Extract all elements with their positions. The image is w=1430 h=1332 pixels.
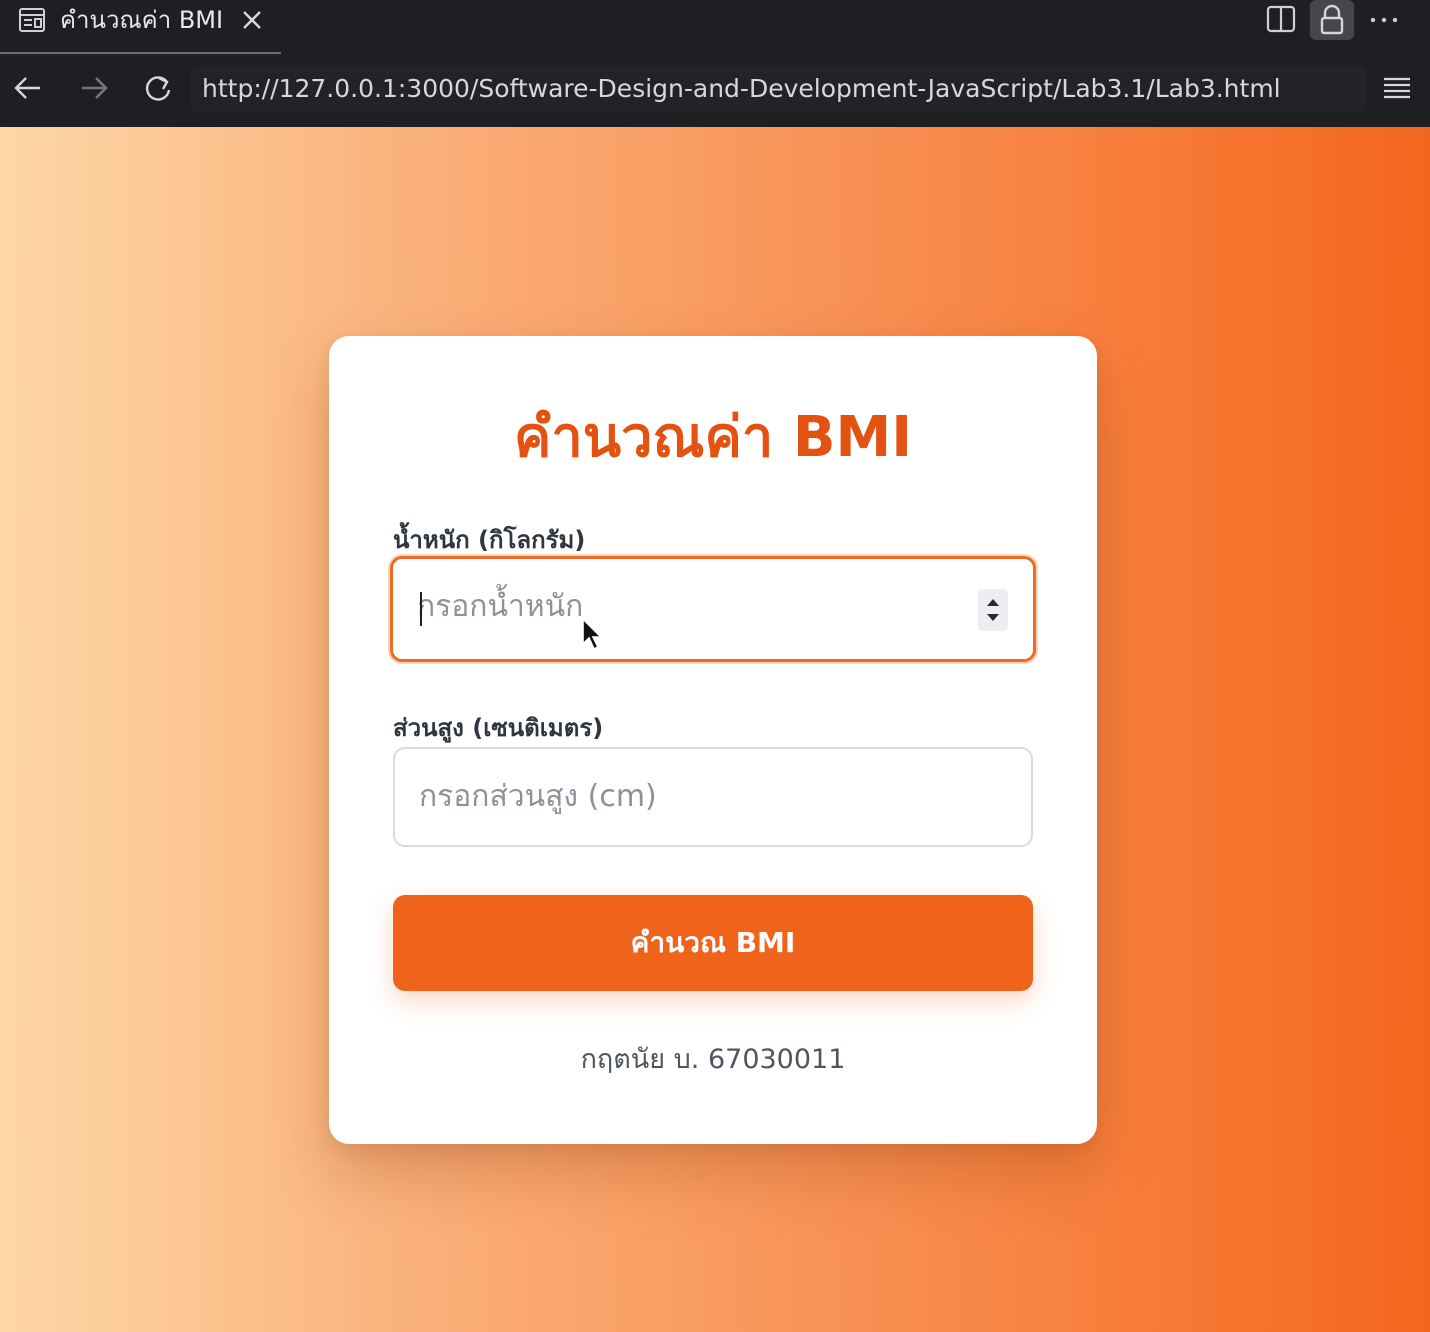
page-viewport: คำนวณค่า BMI น้ำหนัก (กิโลกรัม) กรอกน้ำห… (0, 127, 1430, 1332)
weight-label: น้ำหนัก (กิโลกรัม) (393, 526, 586, 554)
menu-icon[interactable] (1380, 70, 1414, 104)
forward-icon[interactable] (76, 70, 112, 106)
tab-bar: คำนวณค่า BMI (0, 0, 1430, 54)
height-input[interactable]: กรอกส่วนสูง (cm) (393, 747, 1033, 847)
back-icon[interactable] (10, 70, 46, 106)
page-title: คำนวณค่า BMI (513, 405, 913, 470)
spin-down-icon[interactable] (987, 614, 999, 621)
lock-icon[interactable] (1310, 0, 1354, 40)
navigation-bar: http://127.0.0.1:3000/Software-Design-an… (0, 54, 1430, 127)
more-icon[interactable] (1366, 4, 1402, 34)
browser-chrome: คำนวณค่า BMI http://127.0.0.1:3000/Softw… (0, 0, 1430, 127)
split-view-icon[interactable] (1264, 3, 1298, 35)
close-icon[interactable] (240, 8, 264, 32)
address-bar[interactable]: http://127.0.0.1:3000/Software-Design-an… (190, 66, 1366, 112)
tab-page-icon (19, 8, 45, 32)
tab-title: คำนวณค่า BMI (60, 6, 224, 34)
author-footer: กฤตนัย บ. 67030011 (580, 1044, 846, 1075)
weight-placeholder: กรอกน้ำหนัก (417, 589, 584, 624)
text-caret (420, 592, 422, 626)
calculate-bmi-button[interactable]: คำนวณ BMI (393, 895, 1033, 991)
height-placeholder: กรอกส่วนสูง (cm) (419, 779, 657, 814)
reload-icon[interactable] (140, 70, 176, 106)
url-text: http://127.0.0.1:3000/Software-Design-an… (202, 74, 1281, 103)
spin-up-icon[interactable] (987, 599, 999, 606)
weight-input[interactable]: กรอกน้ำหนัก (390, 556, 1036, 662)
number-spinner[interactable] (978, 589, 1008, 631)
browser-tab[interactable]: คำนวณค่า BMI (0, 0, 281, 54)
height-label: ส่วนสูง (เซนติเมตร) (393, 714, 604, 742)
mouse-cursor-icon (582, 617, 603, 651)
bmi-card: คำนวณค่า BMI น้ำหนัก (กิโลกรัม) กรอกน้ำห… (329, 336, 1097, 1144)
